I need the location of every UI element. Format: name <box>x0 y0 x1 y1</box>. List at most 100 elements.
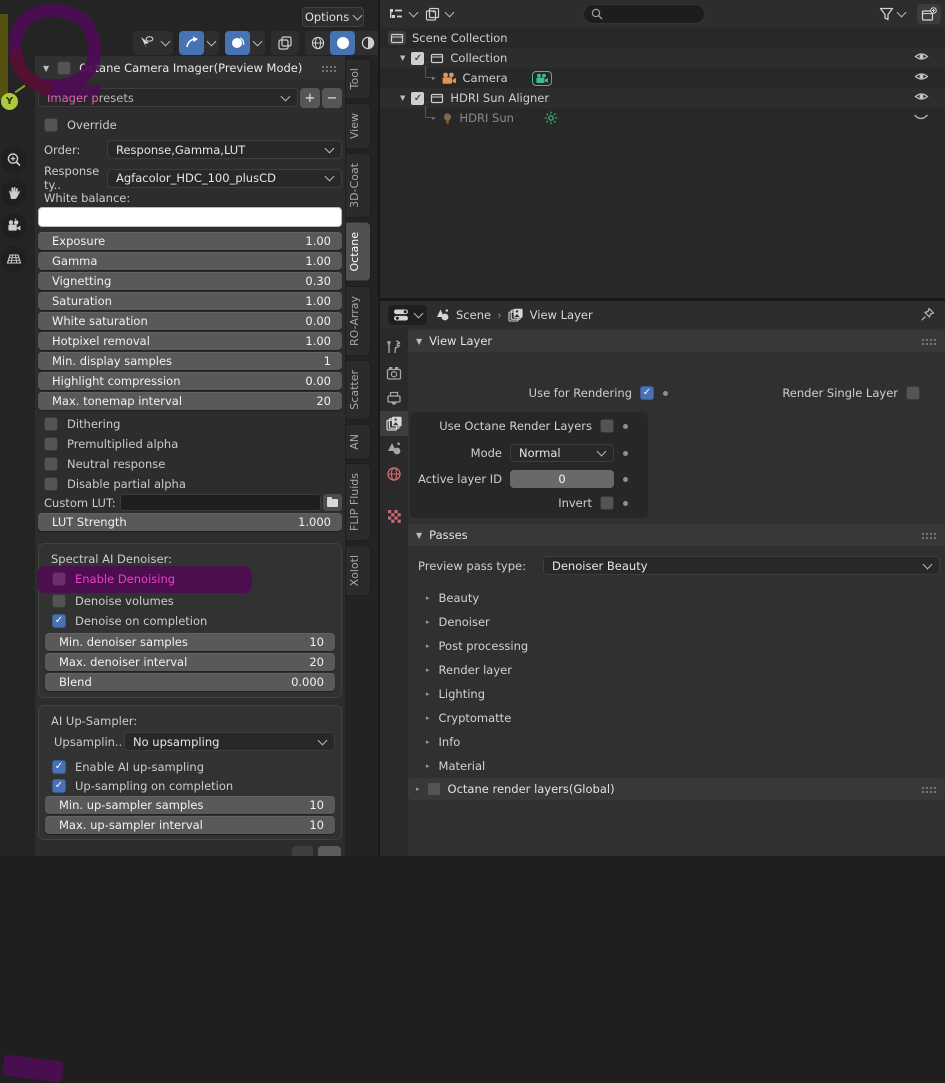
view-layer-panel-header[interactable]: ▼ View Layer <box>408 330 945 352</box>
outliner-row-hdri-sun-aligner[interactable]: ▼ ✓ HDRI Sun Aligner <box>380 88 945 108</box>
grid-perspective-button[interactable] <box>1 246 27 272</box>
outliner-search[interactable] <box>583 4 705 24</box>
vignetting-slider[interactable]: Vignetting 0.30 <box>38 272 342 290</box>
pass-material[interactable]: ▸ Material <box>408 754 945 778</box>
pin-icon[interactable] <box>920 307 935 322</box>
denoise-volumes-checkbox[interactable] <box>52 594 66 608</box>
imager-presets-dropdown[interactable]: Imager presets <box>38 85 298 107</box>
max-upsampler-interval-slider[interactable]: Max. up-sampler interval 10 <box>45 816 335 834</box>
animate-dot[interactable] <box>623 450 628 456</box>
order-dropdown[interactable]: Response,Gamma,LUT <box>107 140 342 159</box>
outliner-row-collection[interactable]: ▼ ✓ Collection <box>380 48 945 68</box>
invert-checkbox[interactable] <box>600 496 614 510</box>
saturation-slider[interactable]: Saturation 1.00 <box>38 292 342 310</box>
tab-an[interactable]: AN <box>345 423 371 460</box>
enable-ai-upsampling-checkbox[interactable]: ✓ <box>52 760 66 774</box>
mode-dropdown[interactable]: Normal <box>510 444 614 462</box>
enable-denoising-checkbox[interactable] <box>52 572 66 586</box>
pan-button[interactable] <box>1 180 27 206</box>
panel-grip-icon[interactable] <box>921 785 937 793</box>
use-octane-render-layers-checkbox[interactable] <box>600 419 614 433</box>
3d-viewport[interactable]: Options Y ▼ Octane Camera Imager(Preview… <box>0 0 395 1083</box>
blend-slider[interactable]: Blend 0.000 <box>45 673 335 691</box>
denoise-on-completion-checkbox[interactable]: ✓ <box>52 614 66 628</box>
upsampling-mode-dropdown[interactable]: No upsampling <box>124 732 335 751</box>
tab-view[interactable]: View <box>345 103 371 150</box>
zoom-button[interactable] <box>1 147 27 173</box>
panel-grip-icon[interactable] <box>921 337 937 345</box>
gizmo-toggle-button[interactable] <box>179 30 204 55</box>
gamma-slider[interactable]: Gamma 1.00 <box>38 252 342 270</box>
tab-3d-coat[interactable]: 3D-Coat <box>345 153 371 219</box>
xray-toggle-button[interactable] <box>271 31 299 55</box>
breadcrumb-view-layer[interactable]: View Layer <box>530 308 593 322</box>
closed-eye-icon[interactable] <box>913 111 929 125</box>
shading-material-button[interactable] <box>355 31 380 55</box>
outliner-row-scene-collection[interactable]: Scene Collection <box>380 28 945 48</box>
pass-denoiser[interactable]: ▸ Denoiser <box>408 610 945 634</box>
pass-beauty[interactable]: ▸ Beauty <box>408 586 945 610</box>
tab-render-properties[interactable] <box>380 361 408 386</box>
hide-eye-icon[interactable] <box>914 91 929 105</box>
tab-tool-properties[interactable] <box>380 334 408 359</box>
octane-render-layers-panel-header[interactable]: ▸ Octane render layers(Global) <box>408 778 945 800</box>
show-gizmo-button[interactable] <box>133 31 158 55</box>
use-for-rendering-checkbox[interactable]: ✓ <box>640 386 654 400</box>
hide-eye-icon[interactable] <box>914 51 929 65</box>
pass-info[interactable]: ▸ Info <box>408 730 945 754</box>
overlays-dropdown[interactable] <box>250 31 265 55</box>
panel-grip-icon[interactable] <box>321 64 337 72</box>
render-single-layer-checkbox[interactable] <box>906 386 920 400</box>
tab-tool[interactable]: Tool <box>345 58 371 100</box>
options-button[interactable]: Options <box>302 7 364 27</box>
browse-lut-button[interactable] <box>323 494 342 511</box>
min-display-samples-slider[interactable]: Min. display samples 1 <box>38 352 342 370</box>
white-saturation-slider[interactable]: White saturation 0.00 <box>38 312 342 330</box>
show-gizmo-dropdown[interactable] <box>158 31 173 55</box>
tab-scene-properties[interactable] <box>380 436 408 461</box>
animate-dot[interactable] <box>623 500 628 506</box>
max-denoiser-interval-slider[interactable]: Max. denoiser interval 20 <box>45 653 335 671</box>
preview-pass-type-dropdown[interactable]: Denoiser Beauty <box>543 556 940 575</box>
custom-lut-input[interactable] <box>120 494 321 511</box>
outliner-row-camera[interactable]: ▸ Camera <box>380 66 945 88</box>
gizmo-dropdown[interactable] <box>204 31 219 55</box>
neutral-response-checkbox[interactable] <box>44 457 58 471</box>
dithering-checkbox[interactable] <box>44 417 58 431</box>
octane-render-layers-checkbox[interactable] <box>426 782 441 796</box>
tab-octane[interactable]: Octane <box>345 222 371 282</box>
tab-output-properties[interactable] <box>380 386 408 411</box>
sun-data-icon[interactable] <box>544 111 558 125</box>
active-layer-id-field[interactable]: 0 <box>510 470 614 488</box>
exposure-slider[interactable]: Exposure 1.00 <box>38 232 342 250</box>
hdri-aligner-checkbox[interactable]: ✓ <box>411 91 425 105</box>
imager-panel-checkbox[interactable] <box>57 61 72 75</box>
breadcrumb-scene[interactable]: Scene <box>456 308 491 322</box>
premultiplied-alpha-checkbox[interactable] <box>44 437 58 451</box>
animate-dot[interactable] <box>623 476 628 482</box>
shading-solid-button[interactable] <box>330 30 355 55</box>
min-denoiser-samples-slider[interactable]: Min. denoiser samples 10 <box>45 633 335 651</box>
tab-view-layer-properties[interactable] <box>380 411 408 436</box>
search-input[interactable] <box>608 8 693 20</box>
collection-checkbox[interactable]: ✓ <box>411 51 425 65</box>
pass-post-processing[interactable]: ▸ Post processing <box>408 634 945 658</box>
override-checkbox[interactable] <box>44 118 58 132</box>
white-balance-swatch[interactable] <box>38 207 342 227</box>
response-type-dropdown[interactable]: Agfacolor_HDC_100_plusCD <box>107 168 342 188</box>
camera-view-button[interactable] <box>1 213 27 239</box>
hotpixel-removal-slider[interactable]: Hotpixel removal 1.00 <box>38 332 342 350</box>
pass-cryptomatte[interactable]: ▸ Cryptomatte <box>408 706 945 730</box>
y-axis-gizmo[interactable]: Y <box>1 93 18 110</box>
tab-texture-properties[interactable] <box>380 504 408 529</box>
lut-strength-slider[interactable]: LUT Strength 1.000 <box>38 513 342 531</box>
remove-preset-button[interactable]: − <box>322 88 342 108</box>
disable-partial-alpha-checkbox[interactable] <box>44 477 58 491</box>
editor-type-button[interactable] <box>385 4 421 24</box>
outliner-row-hdri-sun[interactable]: ▸ HDRI Sun <box>380 106 945 128</box>
passes-panel-header[interactable]: ▼ Passes <box>408 524 945 546</box>
panel-grip-icon[interactable] <box>921 531 937 539</box>
pass-render-layer[interactable]: ▸ Render layer <box>408 658 945 682</box>
highlight-compression-slider[interactable]: Highlight compression 0.00 <box>38 372 342 390</box>
overlays-toggle-button[interactable] <box>225 30 250 55</box>
